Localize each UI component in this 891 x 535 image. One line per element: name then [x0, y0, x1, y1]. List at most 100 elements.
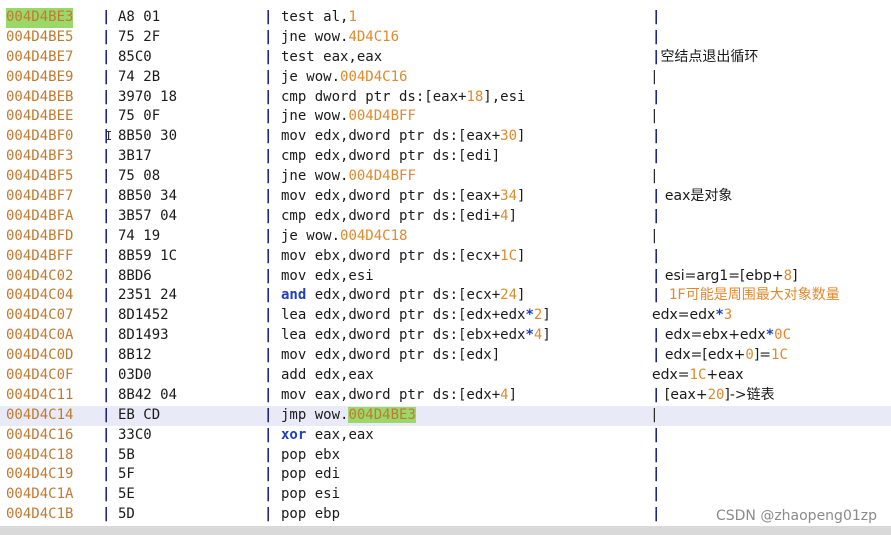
address-cell[interactable]: 004D4C1B	[6, 505, 73, 525]
address-cell[interactable]: 004D4BFD	[6, 227, 73, 247]
comment-cell[interactable]: |	[652, 505, 660, 525]
address-cell[interactable]: 004D4BFF	[6, 247, 73, 267]
disasm-row[interactable]: 004D4C0D | 8B12 | mov edx,dword ptr ds:[edx]…	[0, 346, 891, 366]
address-cell[interactable]: 004D4BF5	[6, 167, 73, 187]
disasm-row[interactable]: 004D4BF3 | 3B17 | cmp edx,dword ptr ds:[edi]…	[0, 147, 891, 167]
address-cell[interactable]: 004D4BE9	[6, 68, 73, 88]
instruction-cell[interactable]: mov edx,esi	[281, 267, 374, 287]
instruction-cell[interactable]: mov edx,dword ptr ds:[eax+34]	[281, 187, 525, 207]
disasm-row[interactable]: 004D4C14 | EB CD | jmp wow.004D4BE3 |	[0, 405, 891, 426]
instruction-cell[interactable]: jmp wow.004D4BE3	[281, 406, 416, 426]
disasm-row[interactable]: 004D4BFA | 3B57 04 | cmp edx,dword ptr ds:[e…	[0, 207, 891, 227]
disasm-row[interactable]: 004D4C02 | 8BD6 | mov edx,esi | esi=arg1=[ebp…	[0, 267, 891, 287]
instruction-cell[interactable]: lea edx,dword ptr ds:[ebx+edx*4]	[281, 326, 551, 346]
instruction-cell[interactable]: je wow.004D4C16	[281, 68, 407, 88]
address-cell[interactable]: 004D4C0D	[6, 346, 73, 366]
instruction-cell[interactable]: mov edx,dword ptr ds:[eax+30]	[281, 127, 525, 147]
comment-cell[interactable]: |	[652, 88, 660, 108]
instruction-cell[interactable]: test eax,eax	[281, 48, 382, 68]
disasm-row[interactable]: 004D4C0A | 8D1493 | lea edx,dword ptr ds:[eb…	[0, 326, 891, 346]
instruction-cell[interactable]: test al,1	[281, 8, 357, 28]
instruction-cell[interactable]: jne wow.004D4BFF	[281, 167, 416, 187]
instruction-cell[interactable]: pop edi	[281, 465, 340, 485]
disassembly-listing[interactable]: 004D4BE3 | A8 01 | test al,1 | 004D4BE5 | 75 2F |…	[0, 8, 891, 525]
address-cell[interactable]: 004D4BEE	[6, 107, 73, 127]
comment-cell[interactable]: | eax是对象	[652, 187, 732, 207]
address-cell[interactable]: 004D4C0A	[6, 326, 73, 346]
instruction-cell[interactable]: pop ebx	[281, 446, 340, 466]
disasm-row[interactable]: 004D4C07 | 8D1452 | lea edx,dword ptr ds:[ed…	[0, 306, 891, 326]
instruction-cell[interactable]: mov edx,dword ptr ds:[edx]	[281, 346, 500, 366]
disasm-row[interactable]: 004D4C11 | 8B42 04 | mov eax,dword ptr ds:[e…	[0, 386, 891, 406]
comment-cell[interactable]: | edx=ebx+edx*0C	[652, 326, 791, 346]
comment-cell[interactable]: |	[652, 247, 660, 267]
instruction-cell[interactable]: pop ebp	[281, 505, 340, 525]
comment-cell[interactable]: |	[652, 147, 660, 167]
address-cell[interactable]: 004D4BE5	[6, 28, 73, 48]
address-cell[interactable]: 004D4C19	[6, 465, 73, 485]
disasm-row[interactable]: 004D4BFD | 74 19 | je wow.004D4C18 |	[0, 227, 891, 247]
comment-cell[interactable]: |	[652, 68, 657, 88]
comment-cell[interactable]: | edx=[edx+0]=1C	[652, 346, 788, 366]
address-cell[interactable]: 004D4BF0	[6, 127, 73, 147]
instruction-cell[interactable]: lea edx,dword ptr ds:[edx+edx*2]	[281, 306, 551, 326]
comment-cell[interactable]: |空结点退出循环	[652, 48, 758, 68]
comment-cell[interactable]: |	[652, 446, 660, 466]
address-cell[interactable]: 004D4BF3	[6, 147, 73, 167]
instruction-cell[interactable]: mov ebx,dword ptr ds:[ecx+1C]	[281, 247, 525, 267]
address-cell[interactable]: 004D4BE7	[6, 48, 73, 68]
comment-cell[interactable]: |	[652, 485, 660, 505]
instruction-cell[interactable]: jne wow.4D4C16	[281, 28, 399, 48]
address-cell[interactable]: 004D4C18	[6, 446, 73, 466]
address-cell[interactable]: 004D4BFA	[6, 207, 73, 227]
instruction-cell[interactable]: pop esi	[281, 485, 340, 505]
instruction-cell[interactable]: xor eax,eax	[281, 426, 374, 446]
disasm-row[interactable]: 004D4BE5 | 75 2F | jne wow.4D4C16 |	[0, 28, 891, 48]
disasm-row[interactable]: 004D4BF7 | 8B50 34 | mov edx,dword ptr ds:[e…	[0, 187, 891, 207]
instruction-cell[interactable]: add edx,eax	[281, 366, 374, 386]
disasm-row[interactable]: 004D4BEE | 75 0F | jne wow.004D4BFF |	[0, 107, 891, 127]
comment-cell[interactable]: |	[652, 8, 660, 28]
address-cell[interactable]: 004D4C0F	[6, 366, 73, 386]
disasm-row[interactable]: 004D4BF5 | 75 08 | jne wow.004D4BFF |	[0, 167, 891, 187]
comment-cell[interactable]: |	[652, 465, 660, 485]
address-cell[interactable]: 004D4C14	[6, 406, 73, 426]
instruction-cell[interactable]: jne wow.004D4BFF	[281, 107, 416, 127]
comment-cell[interactable]: |	[652, 167, 657, 187]
disasm-row[interactable]: 004D4C0F | 03D0 | add edx,eax edx=1C+eax	[0, 366, 891, 386]
comment-cell[interactable]: | 1F可能是周围最大对象数量	[652, 286, 840, 306]
disasm-row[interactable]: 004D4BE9 | 74 2B | je wow.004D4C16 |	[0, 68, 891, 88]
address-cell[interactable]: 004D4C1A	[6, 485, 73, 505]
comment-cell[interactable]: |	[652, 227, 657, 247]
comment-cell[interactable]: edx=1C+eax	[652, 366, 744, 386]
comment-cell[interactable]: |	[652, 406, 657, 426]
instruction-cell[interactable]: cmp dword ptr ds:[eax+18],esi	[281, 88, 525, 108]
instruction-token[interactable]: 004D4BE3	[348, 406, 416, 423]
comment-cell[interactable]: | esi=arg1=[ebp+8]	[652, 267, 798, 287]
comment-cell[interactable]: |	[652, 426, 660, 446]
address-cell[interactable]: 004D4C16	[6, 426, 73, 446]
address-cell[interactable]: 004D4C07	[6, 306, 73, 326]
disasm-row[interactable]: 004D4BE3 | A8 01 | test al,1 |	[0, 8, 891, 28]
comment-cell[interactable]: |	[652, 28, 660, 48]
comment-cell[interactable]: edx=edx*3	[652, 306, 732, 326]
address-cell[interactable]: 004D4C11	[6, 386, 73, 406]
comment-cell[interactable]: |	[652, 207, 660, 227]
comment-cell[interactable]: |	[652, 127, 660, 147]
disasm-row[interactable]: 004D4BF0 | 8B50 30 | mov edx,dword ptr ds:[e…	[0, 127, 891, 147]
horizontal-scrollbar[interactable]	[0, 526, 891, 535]
disasm-row[interactable]: 004D4C04 | 2351 24 | and edx,dword ptr ds:[e…	[0, 286, 891, 306]
disasm-row[interactable]: 004D4BEB | 3970 18 | cmp dword ptr ds:[eax+1…	[0, 88, 891, 108]
instruction-cell[interactable]: and edx,dword ptr ds:[ecx+24]	[281, 286, 525, 306]
disasm-row[interactable]: 004D4C16 | 33C0 | xor eax,eax |	[0, 426, 891, 446]
instruction-cell[interactable]: cmp edx,dword ptr ds:[edi]	[281, 147, 500, 167]
comment-cell[interactable]: |	[652, 107, 657, 127]
address-cell[interactable]: 004D4C04	[6, 286, 73, 306]
instruction-cell[interactable]: cmp edx,dword ptr ds:[edi+4]	[281, 207, 517, 227]
address-cell[interactable]: 004D4BE3	[6, 8, 74, 28]
disasm-row[interactable]: 004D4BFF | 8B59 1C | mov ebx,dword ptr ds:[e…	[0, 247, 891, 267]
instruction-cell[interactable]: mov eax,dword ptr ds:[edx+4]	[281, 386, 517, 406]
disasm-row[interactable]: 004D4C18 | 5B | pop ebx |	[0, 446, 891, 466]
disasm-row[interactable]: 004D4BE7 | 85C0 | test eax,eax |空结点退出循环	[0, 48, 891, 68]
disasm-row[interactable]: 004D4C1A | 5E | pop esi |	[0, 485, 891, 505]
